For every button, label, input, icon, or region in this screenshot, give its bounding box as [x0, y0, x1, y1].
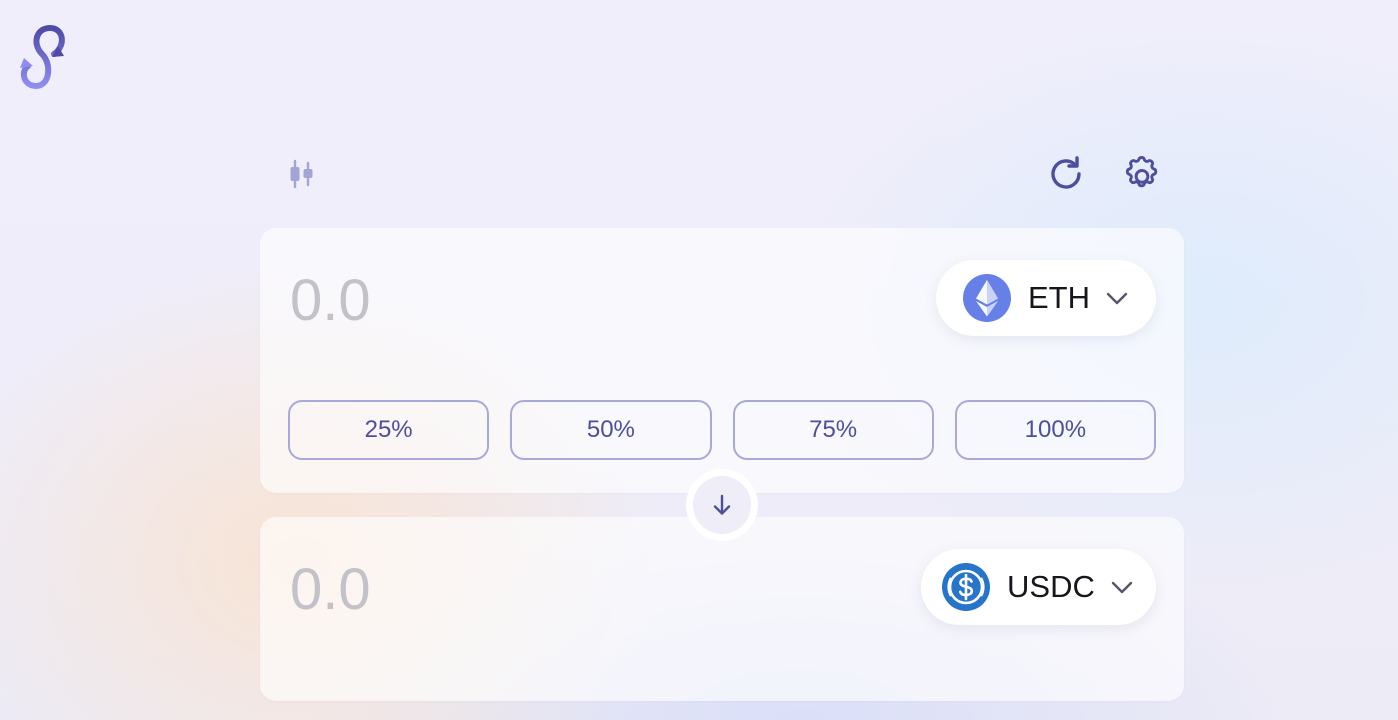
sell-token-symbol: ETH	[1028, 280, 1090, 315]
buy-token-selector[interactable]: USDC	[921, 549, 1156, 625]
switch-direction-button[interactable]	[686, 469, 758, 541]
gear-icon	[1125, 155, 1158, 188]
refresh-icon	[1051, 156, 1081, 189]
percent-25-button[interactable]: 25%	[288, 400, 490, 460]
percent-50-button[interactable]: 50%	[510, 400, 712, 460]
sell-amount-input[interactable]	[290, 268, 810, 332]
percent-75-button[interactable]: 75%	[732, 400, 934, 460]
usdc-icon	[942, 563, 990, 611]
candlestick-chart-icon	[290, 159, 313, 189]
swap-toolbar	[260, 150, 1184, 200]
loop-logo-icon	[20, 24, 65, 90]
ethereum-icon	[963, 274, 1011, 322]
sell-panel: ETH 25% 50% 75% 100%	[260, 228, 1184, 493]
sell-token-selector[interactable]: ETH	[936, 260, 1156, 336]
chevron-down-icon	[1106, 292, 1128, 305]
app-logo[interactable]	[14, 24, 70, 94]
chevron-down-icon	[1111, 581, 1133, 594]
percent-100-button[interactable]: 100%	[954, 400, 1156, 460]
refresh-button[interactable]	[1046, 154, 1086, 194]
percent-buttons: 25% 50% 75% 100%	[288, 400, 1156, 462]
arrow-down-icon	[713, 494, 731, 515]
buy-token-symbol: USDC	[1007, 569, 1095, 604]
chart-toggle-button[interactable]	[286, 158, 318, 190]
settings-button[interactable]	[1120, 154, 1164, 198]
buy-panel: USDC	[260, 517, 1184, 701]
switch-direction-inner	[693, 476, 751, 534]
buy-amount-input[interactable]	[290, 557, 810, 621]
